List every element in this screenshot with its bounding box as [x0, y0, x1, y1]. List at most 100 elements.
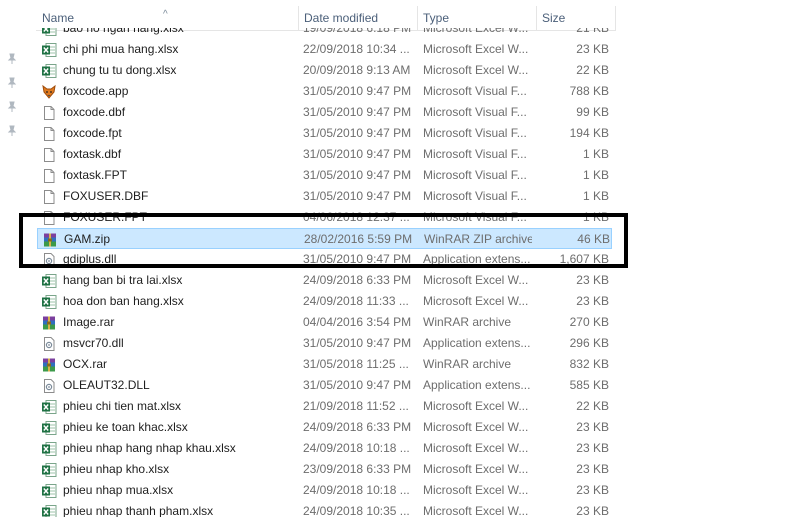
file-row[interactable]: foxtask.dbf 31/05/2010 9:47 PM Microsoft V…	[37, 144, 612, 165]
file-date-modified: 19/09/2018 6:18 PM	[303, 28, 412, 35]
file-icon	[41, 105, 57, 121]
file-row[interactable]: phieu chi tien mat.xlsx 21/09/2018 11:52 …	[37, 396, 612, 417]
file-icon	[41, 126, 57, 142]
file-date-modified: 31/05/2010 9:47 PM	[303, 84, 412, 98]
file-row[interactable]: chi phi mua hang.xlsx 22/09/2018 10:34 ..…	[37, 39, 612, 60]
file-name: FOXUSER.FPT	[63, 210, 148, 224]
winrar-icon	[41, 315, 57, 331]
file-row[interactable]: FOXUSER.DBF 31/05/2010 9:47 PM Microsoft V…	[37, 186, 612, 207]
file-row[interactable]: phieu nhap mua.xlsx 24/09/2018 10:18 ... M…	[37, 480, 612, 501]
file-row[interactable]: bao no ngan hang.xlsx 19/09/2018 6:18 PM M…	[37, 28, 612, 39]
file-row[interactable]: phieu nhap thanh pham.xlsx 24/09/2018 10:…	[37, 501, 612, 517]
file-row[interactable]: msvcr70.dll 31/05/2010 9:47 PM Application…	[37, 333, 612, 354]
file-type: Microsoft Excel W...	[423, 294, 529, 308]
file-icon-cell	[41, 333, 59, 354]
file-size: 23 KB	[576, 273, 609, 287]
file-size: 788 KB	[569, 84, 609, 98]
file-name: foxtask.dbf	[63, 147, 122, 161]
file-date-modified: 31/05/2010 9:47 PM	[303, 168, 412, 182]
excel-icon	[41, 294, 57, 310]
file-icon-cell	[41, 480, 59, 501]
file-row[interactable]: foxtask.FPT 31/05/2010 9:47 PM Microsoft V…	[37, 165, 612, 186]
file-type: Microsoft Excel W...	[423, 63, 529, 77]
file-row[interactable]: FOXUSER.FPT 04/06/2018 12:37 ... Microsoft…	[37, 207, 612, 228]
column-header-size[interactable]: Size	[536, 0, 616, 30]
file-name: foxcode.dbf	[63, 105, 126, 119]
file-row[interactable]: phieu nhap hang nhap khau.xlsx 24/09/2018…	[37, 438, 612, 459]
file-size: 270 KB	[569, 315, 609, 329]
file-icon-cell	[41, 459, 59, 480]
winrar-icon	[41, 357, 57, 373]
file-size: 832 KB	[569, 357, 609, 371]
file-type: WinRAR archive	[423, 357, 512, 371]
file-type: Microsoft Excel W...	[423, 441, 529, 455]
file-type: Microsoft Excel W...	[423, 28, 529, 35]
column-header-date-label: Date modified	[304, 11, 379, 25]
file-icon-cell	[41, 375, 59, 396]
file-type: WinRAR ZIP archive	[424, 232, 532, 246]
file-icon-cell	[41, 165, 59, 186]
file-row[interactable]: chung tu tu dong.xlsx 20/09/2018 9:13 AM M…	[37, 60, 612, 81]
file-date-modified: 31/05/2010 9:47 PM	[303, 126, 412, 140]
file-row[interactable]: GAM.zip 28/02/2016 5:59 PM WinRAR ZIP arch…	[37, 228, 612, 249]
file-type: Microsoft Excel W...	[423, 420, 529, 434]
column-header-date-modified[interactable]: Date modified	[298, 0, 417, 30]
foxpro-app-icon	[41, 84, 57, 100]
file-size: 23 KB	[576, 441, 609, 455]
file-size: 46 KB	[577, 232, 610, 246]
file-icon-cell	[41, 396, 59, 417]
file-type: Microsoft Visual F...	[423, 147, 527, 161]
column-header-name[interactable]: Name ^	[36, 0, 298, 30]
file-date-modified: 21/09/2018 11:52 ...	[303, 399, 409, 413]
dll-icon	[41, 252, 57, 268]
file-date-modified: 23/09/2018 6:33 PM	[303, 462, 412, 476]
file-name: foxcode.fpt	[63, 126, 122, 140]
file-row[interactable]: phieu ke toan khac.xlsx 24/09/2018 6:33 P…	[37, 417, 612, 438]
file-icon-cell	[41, 39, 59, 60]
file-date-modified: 24/09/2018 10:18 ...	[303, 441, 410, 455]
file-date-modified: 31/05/2010 9:47 PM	[303, 378, 412, 392]
file-row[interactable]: phieu nhap kho.xlsx 23/09/2018 6:33 PM Mic…	[37, 459, 612, 480]
file-name: phieu nhap thanh pham.xlsx	[63, 504, 214, 517]
file-size: 23 KB	[576, 504, 609, 517]
file-date-modified: 31/05/2018 11:25 ...	[303, 357, 409, 371]
file-type: Microsoft Visual F...	[423, 168, 527, 182]
file-row[interactable]: foxcode.app 31/05/2010 9:47 PM Microsoft V…	[37, 81, 612, 102]
column-divider[interactable]	[615, 6, 616, 30]
excel-icon	[41, 420, 57, 436]
dll-icon	[41, 336, 57, 352]
excel-icon	[41, 399, 57, 415]
file-type: Microsoft Visual F...	[423, 126, 527, 140]
column-header-type-label: Type	[423, 11, 450, 25]
file-row[interactable]: Image.rar 04/04/2016 3:54 PM WinRAR archiv…	[37, 312, 612, 333]
file-row[interactable]: gdiplus.dll 31/05/2010 9:47 PM Application…	[37, 249, 612, 270]
file-name: chung tu tu dong.xlsx	[63, 63, 177, 77]
file-icon-cell	[42, 229, 60, 250]
file-row[interactable]: OCX.rar 31/05/2018 11:25 ... WinRAR archiv…	[37, 354, 612, 375]
file-icon-cell	[41, 417, 59, 438]
file-icon-cell	[41, 312, 59, 333]
column-header-size-label: Size	[542, 11, 566, 25]
file-icon-cell	[41, 207, 59, 228]
file-date-modified: 24/09/2018 11:33 ...	[303, 294, 409, 308]
file-row[interactable]: foxcode.fpt 31/05/2010 9:47 PM Microsoft V…	[37, 123, 612, 144]
file-icon	[41, 168, 57, 184]
file-icon	[41, 210, 57, 226]
column-header-type[interactable]: Type	[417, 0, 536, 30]
file-row[interactable]: hoa don ban hang.xlsx 24/09/2018 11:33 ..…	[37, 291, 612, 312]
file-size: 296 KB	[569, 336, 609, 350]
file-date-modified: 31/05/2010 9:47 PM	[303, 189, 412, 203]
file-icon-cell	[41, 123, 59, 144]
file-name: Image.rar	[63, 315, 115, 329]
file-name: phieu ke toan khac.xlsx	[63, 420, 188, 434]
file-type: Microsoft Visual F...	[423, 210, 527, 224]
file-icon-cell	[41, 60, 59, 81]
file-icon-cell	[41, 186, 59, 207]
file-row[interactable]: foxcode.dbf 31/05/2010 9:47 PM Microsoft V…	[37, 102, 612, 123]
file-name: hoa don ban hang.xlsx	[63, 294, 184, 308]
file-date-modified: 24/09/2018 10:18 ...	[303, 483, 410, 497]
file-date-modified: 22/09/2018 10:34 ...	[303, 42, 410, 56]
file-row[interactable]: hang ban bi tra lai.xlsx 24/09/2018 6:33 …	[37, 270, 612, 291]
file-row[interactable]: OLEAUT32.DLL 31/05/2010 9:47 PM Applicatio…	[37, 375, 612, 396]
file-type: Application extens...	[423, 252, 531, 266]
